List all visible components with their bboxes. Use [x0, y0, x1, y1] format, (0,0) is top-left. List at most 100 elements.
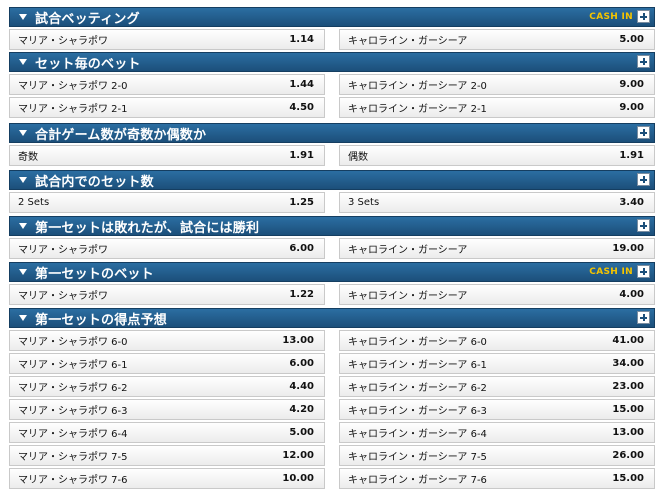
plus-icon[interactable]: [637, 173, 650, 186]
selection-name: マリア・シャラポワ 7-5: [18, 452, 128, 463]
odds-row: マリア・シャラポワ 6-3 4.20 キャロライン・ガーシーア 6-3 15.00: [9, 399, 655, 420]
market-title: 試合ベッティング: [35, 11, 140, 27]
selection-name: マリア・シャラポワ 2-1: [18, 104, 128, 115]
market-section: 試合ベッティング CASH IN マリア・シャラポワ 1.14 キャロライン・ガー…: [9, 7, 655, 52]
market-header[interactable]: セット毎のベット: [9, 52, 655, 72]
selection-name: キャロライン・ガーシーア: [348, 245, 468, 256]
market-header[interactable]: 合計ゲーム数が奇数か偶数か: [9, 123, 655, 143]
selection-odds: 6.00: [289, 358, 314, 369]
cash-in-label[interactable]: CASH IN: [589, 12, 633, 22]
selection-odds: 4.50: [289, 102, 314, 113]
selection-name: キャロライン・ガーシーア: [348, 291, 468, 302]
odds-selection[interactable]: マリア・シャラポワ 6-1 6.00: [9, 353, 325, 374]
header-tools: [637, 126, 650, 139]
plus-icon[interactable]: [637, 311, 650, 324]
odds-selection[interactable]: キャロライン・ガーシーア 6-2 23.00: [339, 376, 655, 397]
odds-selection[interactable]: キャロライン・ガーシーア 7-6 15.00: [339, 468, 655, 489]
odds-selection[interactable]: マリア・シャラポワ 2-0 1.44: [9, 74, 325, 95]
selection-odds: 1.91: [289, 150, 314, 161]
market-header[interactable]: 第一セットは敗れたが、試合には勝利: [9, 216, 655, 236]
collapse-arrow-icon[interactable]: [19, 269, 27, 275]
odds-row: 2 Sets 1.25 3 Sets 3.40: [9, 192, 655, 213]
odds-selection[interactable]: 3 Sets 3.40: [339, 192, 655, 213]
odds-selection[interactable]: マリア・シャラポワ 6.00: [9, 238, 325, 259]
header-tools: [637, 55, 650, 68]
betting-markets-panel: 試合ベッティング CASH IN マリア・シャラポワ 1.14 キャロライン・ガー…: [0, 0, 662, 497]
selection-odds: 10.00: [282, 473, 314, 484]
market-section: 合計ゲーム数が奇数か偶数か 奇数 1.91 偶数 1.91: [9, 123, 655, 168]
odds-row: マリア・シャラポワ 7-5 12.00 キャロライン・ガーシーア 7-5 26.00: [9, 445, 655, 466]
odds-selection[interactable]: キャロライン・ガーシーア 4.00: [339, 284, 655, 305]
selection-name: マリア・シャラポワ 2-0: [18, 81, 128, 92]
selection-odds: 1.44: [289, 79, 314, 90]
market-section: 第一セットのベット CASH IN マリア・シャラポワ 1.22 キャロライン・ガ…: [9, 262, 655, 307]
market-section: 試合内でのセット数 2 Sets 1.25 3 Sets 3.40: [9, 170, 655, 215]
plus-icon[interactable]: [637, 219, 650, 232]
selection-name: 奇数: [18, 152, 38, 163]
selection-name: キャロライン・ガーシーア 6-3: [348, 406, 487, 417]
market-title: 第一セットの得点予想: [35, 312, 168, 328]
plus-icon[interactable]: [637, 55, 650, 68]
odds-row: マリア・シャラポワ 6-2 4.40 キャロライン・ガーシーア 6-2 23.00: [9, 376, 655, 397]
selection-name: キャロライン・ガーシーア 2-0: [348, 81, 487, 92]
odds-selection[interactable]: キャロライン・ガーシーア 7-5 26.00: [339, 445, 655, 466]
selection-name: キャロライン・ガーシーア 7-5: [348, 452, 487, 463]
collapse-arrow-icon[interactable]: [19, 130, 27, 136]
odds-selection[interactable]: キャロライン・ガーシーア 6-3 15.00: [339, 399, 655, 420]
selection-name: マリア・シャラポワ: [18, 245, 108, 256]
selection-odds: 13.00: [282, 335, 314, 346]
selection-name: マリア・シャラポワ 6-3: [18, 406, 128, 417]
odds-row: マリア・シャラポワ 2-0 1.44 キャロライン・ガーシーア 2-0 9.00: [9, 74, 655, 95]
odds-selection[interactable]: キャロライン・ガーシーア 19.00: [339, 238, 655, 259]
odds-selection[interactable]: キャロライン・ガーシーア 2-1 9.00: [339, 97, 655, 118]
odds-selection[interactable]: マリア・シャラポワ 6-0 13.00: [9, 330, 325, 351]
odds-selection[interactable]: キャロライン・ガーシーア 5.00: [339, 29, 655, 50]
collapse-arrow-icon[interactable]: [19, 223, 27, 229]
plus-icon[interactable]: [637, 126, 650, 139]
market-title: セット毎のベット: [35, 56, 141, 72]
plus-icon[interactable]: [637, 10, 650, 23]
market-header[interactable]: 試合内でのセット数: [9, 170, 655, 190]
odds-row: マリア・シャラポワ 6-4 5.00 キャロライン・ガーシーア 6-4 13.00: [9, 422, 655, 443]
collapse-arrow-icon[interactable]: [19, 59, 27, 65]
market-header[interactable]: 第一セットの得点予想: [9, 308, 655, 328]
odds-selection[interactable]: マリア・シャラポワ 1.22: [9, 284, 325, 305]
odds-selection[interactable]: マリア・シャラポワ 6-4 5.00: [9, 422, 325, 443]
odds-selection[interactable]: 偶数 1.91: [339, 145, 655, 166]
selection-odds: 26.00: [612, 450, 644, 461]
odds-row: マリア・シャラポワ 1.14 キャロライン・ガーシーア 5.00: [9, 29, 655, 50]
odds-selection[interactable]: 2 Sets 1.25: [9, 192, 325, 213]
odds-selection[interactable]: マリア・シャラポワ 1.14: [9, 29, 325, 50]
selection-name: 偶数: [348, 152, 368, 163]
odds-selection[interactable]: マリア・シャラポワ 2-1 4.50: [9, 97, 325, 118]
odds-selection[interactable]: キャロライン・ガーシーア 6-1 34.00: [339, 353, 655, 374]
odds-selection[interactable]: キャロライン・ガーシーア 2-0 9.00: [339, 74, 655, 95]
selection-odds: 5.00: [289, 427, 314, 438]
selection-odds: 12.00: [282, 450, 314, 461]
selection-odds: 41.00: [612, 335, 644, 346]
cash-in-label[interactable]: CASH IN: [589, 267, 633, 277]
collapse-arrow-icon[interactable]: [19, 14, 27, 20]
collapse-arrow-icon[interactable]: [19, 315, 27, 321]
odds-selection[interactable]: マリア・シャラポワ 7-6 10.00: [9, 468, 325, 489]
odds-selection[interactable]: 奇数 1.91: [9, 145, 325, 166]
selection-name: キャロライン・ガーシーア 6-0: [348, 337, 487, 348]
odds-selection[interactable]: マリア・シャラポワ 6-3 4.20: [9, 399, 325, 420]
selection-odds: 34.00: [612, 358, 644, 369]
market-header[interactable]: 第一セットのベット CASH IN: [9, 262, 655, 282]
odds-selection[interactable]: キャロライン・ガーシーア 6-0 41.00: [339, 330, 655, 351]
plus-icon[interactable]: [637, 265, 650, 278]
collapse-arrow-icon[interactable]: [19, 177, 27, 183]
selection-name: キャロライン・ガーシーア 7-6: [348, 475, 487, 486]
market-header[interactable]: 試合ベッティング CASH IN: [9, 7, 655, 27]
odds-selection[interactable]: マリア・シャラポワ 6-2 4.40: [9, 376, 325, 397]
selection-name: マリア・シャラポワ 6-2: [18, 383, 128, 394]
header-tools: [637, 219, 650, 232]
odds-selection[interactable]: キャロライン・ガーシーア 6-4 13.00: [339, 422, 655, 443]
selection-odds: 5.00: [619, 34, 644, 45]
selection-name: キャロライン・ガーシーア: [348, 36, 468, 47]
odds-selection[interactable]: マリア・シャラポワ 7-5 12.00: [9, 445, 325, 466]
selection-name: マリア・シャラポワ 7-6: [18, 475, 128, 486]
selection-odds: 6.00: [289, 243, 314, 254]
selection-name: マリア・シャラポワ 6-4: [18, 429, 128, 440]
